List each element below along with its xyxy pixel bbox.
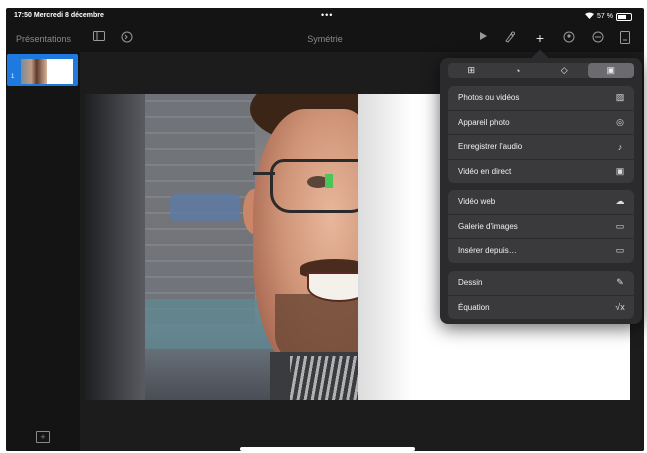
slide-number: 1 — [11, 74, 15, 80]
wifi-icon — [585, 12, 595, 21]
photo-background-sign — [170, 194, 240, 222]
live-video-icon: ▣ — [615, 165, 625, 176]
status-time: 17:50 — [14, 12, 32, 19]
drawing-icon: ✎ — [616, 277, 624, 288]
slide-thumbnail[interactable]: 1 — [7, 54, 78, 86]
insert-popover: ⊞ ◔ ◇ ▣ Photos ou vidéos ▨ Appareil phot… — [440, 58, 642, 324]
menu-item-label: Vidéo en direct — [458, 166, 512, 176]
document-icon[interactable] — [618, 31, 632, 45]
photo-glasses-arm — [253, 172, 275, 175]
drawing-group: Dessin ✎ Équation √x — [448, 271, 634, 319]
microphone-icon: ♪ — [617, 141, 623, 152]
menu-item-equation[interactable]: Équation √x — [448, 296, 634, 320]
web-video-icon: ☁ — [615, 196, 625, 207]
screen: 17:50 Mercredi 8 décembre ••• 57 % Prése… — [0, 0, 647, 453]
menu-item-record-audio[interactable]: Enregistrer l'audio ♪ — [448, 135, 634, 160]
equation-icon: √x — [615, 302, 625, 313]
play-icon[interactable] — [476, 31, 490, 45]
photo-glasses — [270, 159, 358, 213]
menu-item-insert-from[interactable]: Insérer depuis… ▭ — [448, 239, 634, 263]
menu-item-label: Enregistrer l'audio — [458, 142, 523, 152]
photo-icon: ▨ — [615, 92, 625, 103]
more-icon[interactable] — [591, 31, 605, 45]
menu-item-label: Photos ou vidéos — [458, 93, 520, 103]
media-icon[interactable]: ▣ — [587, 63, 634, 78]
plus-icon[interactable]: + — [533, 31, 547, 45]
collaborate-icon[interactable] — [562, 31, 576, 45]
status-date: Mercredi 8 décembre — [33, 12, 104, 19]
home-indicator[interactable] — [240, 447, 415, 451]
menu-item-label: Insérer depuis… — [458, 246, 517, 256]
status-datetime: 17:50 Mercredi 8 décembre — [14, 12, 104, 19]
document-title: Symétrie — [307, 34, 343, 44]
folder-icon: ▭ — [615, 245, 625, 256]
menu-item-label: Appareil photo — [458, 117, 510, 127]
gallery-icon: ▭ — [615, 220, 625, 231]
menu-item-web-video[interactable]: Vidéo web ☁ — [448, 190, 634, 215]
add-slide-icon[interactable]: + — [36, 431, 50, 443]
multitask-dots[interactable]: ••• — [321, 10, 333, 20]
photo-collar-pattern — [290, 356, 358, 400]
toolbar: Présentations Symétrie + — [6, 26, 644, 52]
slide-navigator: 1 + — [6, 52, 80, 451]
menu-item-label: Équation — [458, 302, 490, 312]
insert-tabs: ⊞ ◔ ◇ ▣ — [448, 63, 634, 78]
portrait-photo[interactable] — [85, 94, 358, 400]
table-icon[interactable]: ⊞ — [448, 63, 495, 78]
menu-item-label: Vidéo web — [458, 197, 496, 207]
menu-item-drawing[interactable]: Dessin ✎ — [448, 271, 634, 296]
battery-icon — [616, 12, 632, 21]
shape-icon[interactable]: ◇ — [541, 63, 588, 78]
media-group: Photos ou vidéos ▨ Appareil photo ◎ Enre… — [448, 86, 634, 183]
thumbnail-photo — [21, 59, 47, 84]
menu-item-live-video[interactable]: Vidéo en direct ▣ — [448, 160, 634, 184]
status-bar: 17:50 Mercredi 8 décembre ••• 57 % — [6, 8, 644, 24]
camera-icon: ◎ — [616, 116, 624, 127]
status-right: 57 % — [585, 12, 632, 21]
menu-item-label: Dessin — [458, 278, 483, 288]
menu-item-camera[interactable]: Appareil photo ◎ — [448, 111, 634, 135]
menu-item-image-gallery[interactable]: Galerie d'images ▭ — [448, 215, 634, 239]
slide-thumbnail-image — [21, 59, 73, 84]
brush-icon[interactable] — [503, 31, 517, 45]
menu-item-photos-videos[interactable]: Photos ou vidéos ▨ — [448, 86, 634, 111]
chart-icon[interactable]: ◔ — [495, 63, 542, 78]
photo-background-dark — [85, 94, 145, 400]
battery-percent: 57 % — [597, 13, 613, 20]
web-group: Vidéo web ☁ Galerie d'images ▭ Insérer d… — [448, 190, 634, 263]
menu-item-label: Galerie d'images — [458, 221, 518, 231]
